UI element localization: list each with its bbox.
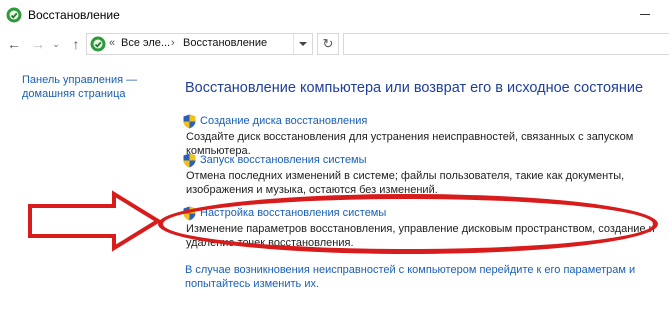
forward-arrow-icon[interactable]: → bbox=[28, 34, 48, 54]
search-input[interactable] bbox=[343, 33, 669, 55]
breadcrumb-recovery[interactable]: Восстановление bbox=[183, 37, 267, 49]
arrow-right-annotation-icon bbox=[28, 190, 162, 252]
task-description: Отмена последних изменений в системе; фа… bbox=[186, 170, 625, 196]
up-arrow-icon[interactable]: ↑ bbox=[66, 34, 86, 54]
highlight-ellipse-annotation bbox=[158, 194, 658, 254]
recovery-icon bbox=[90, 36, 106, 52]
reset-pc-settings-link[interactable]: В случае возникновения неисправностей с … bbox=[185, 263, 655, 291]
address-dropdown-icon[interactable] bbox=[293, 34, 312, 54]
uac-shield-icon bbox=[183, 114, 196, 129]
breadcrumb-separator[interactable]: › bbox=[171, 37, 175, 49]
control-panel-home-link[interactable]: Панель управления — домашняя страница bbox=[22, 73, 152, 101]
breadcrumb-overflow[interactable]: « bbox=[109, 37, 115, 49]
uac-shield-icon bbox=[183, 153, 196, 168]
recent-locations-chevron-icon[interactable]: ⌄ bbox=[50, 34, 62, 54]
recovery-icon bbox=[6, 7, 22, 23]
open-system-restore-link[interactable]: Запуск восстановления системы bbox=[200, 154, 367, 166]
create-recovery-drive-link[interactable]: Создание диска восстановления bbox=[200, 115, 367, 127]
page-title: Восстановление компьютера или возврат ег… bbox=[185, 80, 644, 96]
refresh-icon[interactable]: ↻ bbox=[317, 33, 339, 55]
minimize-button[interactable] bbox=[628, 0, 669, 30]
address-bar[interactable]: « Все эле... › Восстановление bbox=[86, 33, 313, 55]
window-title: Восстановление bbox=[28, 8, 120, 22]
navigation-bar: ← → ⌄ ↑ « Все эле... › Восстановление ↻ bbox=[0, 30, 669, 58]
back-arrow-icon[interactable]: ← bbox=[4, 34, 24, 54]
title-bar: Восстановление bbox=[0, 0, 669, 30]
breadcrumb-all-items[interactable]: Все эле... bbox=[121, 37, 170, 49]
